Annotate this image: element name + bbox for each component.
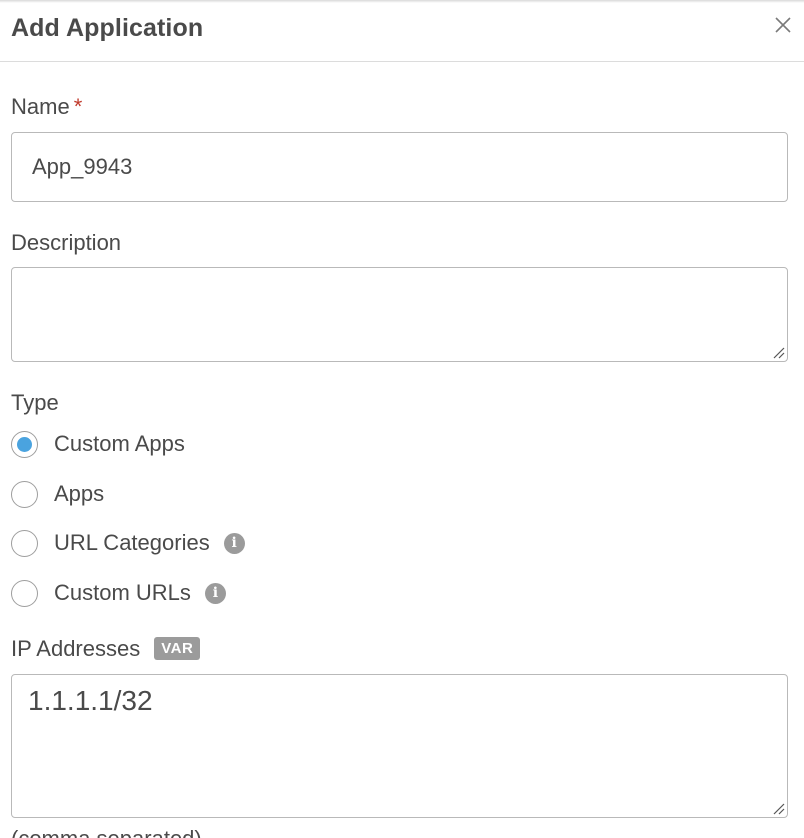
type-option-custom-urls[interactable]: Custom URLs i: [11, 577, 226, 609]
var-badge[interactable]: VAR: [154, 637, 201, 660]
type-option-apps[interactable]: Apps: [11, 478, 104, 510]
header-shadow: [0, 0, 804, 3]
resize-handle-icon[interactable]: [771, 345, 785, 359]
radio-label-url-categories: URL Categories: [54, 530, 210, 555]
name-label: Name *: [11, 94, 82, 120]
info-icon[interactable]: i: [204, 582, 226, 604]
name-label-text: Name: [11, 94, 70, 119]
radio-custom-urls[interactable]: [11, 579, 38, 607]
ip-addresses-label: IP Addresses VAR: [11, 636, 201, 662]
ip-addresses-label-text: IP Addresses: [11, 636, 141, 661]
required-marker: *: [73, 94, 83, 119]
radio-custom-apps[interactable]: [11, 430, 38, 458]
ip-addresses-text: 1.1.1.1/32: [28, 685, 153, 716]
info-icon[interactable]: i: [223, 532, 245, 554]
close-icon: [775, 17, 791, 33]
type-label: Type: [11, 390, 59, 415]
radio-apps[interactable]: [11, 480, 38, 508]
name-input[interactable]: [11, 132, 788, 202]
close-button[interactable]: [772, 14, 794, 36]
description-label: Description: [11, 230, 122, 255]
radio-label-custom-apps: Custom Apps: [54, 431, 185, 456]
ip-addresses-textarea[interactable]: 1.1.1.1/32: [11, 674, 788, 818]
dialog-title: Add Application: [11, 14, 204, 42]
dialog-header: Add Application: [0, 0, 804, 62]
radio-url-categories[interactable]: [11, 529, 38, 557]
type-option-url-categories[interactable]: URL Categories i: [11, 527, 245, 559]
add-application-dialog: Add Application Name* Description Type C…: [0, 0, 804, 838]
ip-addresses-hint: (comma separated): [11, 826, 202, 838]
radio-label-custom-urls: Custom URLs: [54, 580, 191, 605]
type-option-custom-apps[interactable]: Custom Apps: [11, 428, 185, 460]
description-textarea[interactable]: [11, 267, 788, 362]
radio-label-apps: Apps: [54, 481, 105, 506]
resize-handle-icon[interactable]: [771, 801, 785, 815]
